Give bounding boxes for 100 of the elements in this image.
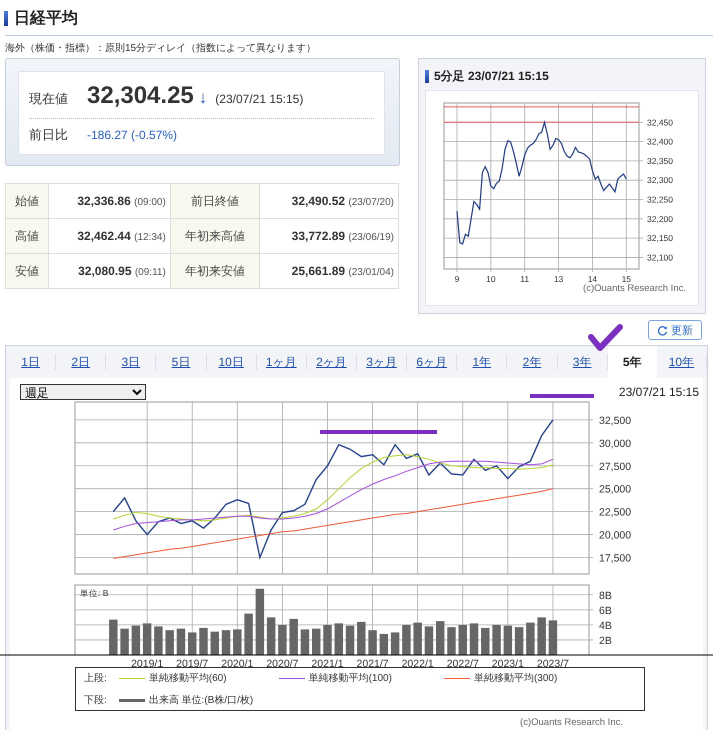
page-title: 日経平均 (14, 8, 78, 28)
axis-label: 22,500 (599, 506, 632, 519)
axis-label: 2023/1 (492, 658, 524, 670)
axis-label: 32,450 (647, 117, 673, 128)
period-tab[interactable]: 10日 (206, 354, 257, 370)
period-tab[interactable]: 1年 (457, 354, 508, 370)
axis-label: 2019/7 (176, 658, 208, 670)
axis-label: 30,000 (599, 438, 632, 450)
legend-entry: 単純移動平均(300) (474, 672, 558, 685)
period-tab[interactable]: 3ヶ月 (356, 354, 408, 370)
stat-value: 32,490.52 (23/07/20) (259, 184, 398, 218)
chart-timestamp: 23/07/21 15:15 (618, 384, 699, 398)
chart-credit: (c)Ouants Research Inc. (582, 283, 686, 294)
volume-bar (402, 624, 411, 655)
axis-label: 14 (588, 274, 598, 284)
period-tab[interactable]: 10年 (656, 354, 707, 370)
volume-bar (154, 626, 163, 655)
period-tab[interactable]: 3日 (106, 354, 156, 370)
axis-label: 32,400 (647, 136, 673, 147)
stat-value: 33,772.89 (23/06/19) (259, 218, 398, 254)
volume-bar (334, 623, 343, 655)
stat-label: 年初来安値 (170, 254, 260, 288)
stat-label: 前日終値 (170, 184, 260, 218)
period-tab[interactable]: 2ヶ月 (306, 354, 357, 370)
volume-bar (357, 622, 366, 655)
stat-label: 始値 (6, 184, 48, 218)
axis-label: 32,250 (647, 194, 673, 204)
stat-value: 25,661.89 (23/01/04) (259, 254, 398, 288)
axis-label: 2021/7 (356, 658, 389, 670)
period-tab[interactable]: 2年 (507, 354, 558, 370)
axis-label: 11 (520, 274, 530, 284)
axis-label: 2021/1 (311, 658, 344, 670)
current-price-label: 現在値 (29, 90, 69, 108)
volume-bar (188, 632, 196, 655)
chart-credit: (c)Ouants Research Inc. (519, 717, 623, 728)
axis-label: 2022/1 (402, 658, 434, 670)
axis-label: 32,150 (647, 233, 673, 244)
legend-label: 上段: (84, 672, 107, 685)
period-tab[interactable]: 1日 (6, 354, 56, 370)
volume-bar (256, 588, 264, 655)
down-arrow: ↓ (198, 88, 208, 108)
axis-label: 32,200 (647, 214, 673, 224)
refresh-button[interactable]: 更新 (648, 320, 702, 340)
axis-label: 17,500 (599, 552, 632, 564)
stat-label: 高値 (6, 218, 48, 254)
volume-bar (109, 620, 118, 655)
delay-note: 海外（株価・指標）：原則15分ディレイ（指数によって異なります） (5, 42, 318, 55)
period-tab[interactable]: 6ヶ月 (407, 354, 458, 370)
volume-bar (278, 624, 287, 655)
legend-entry: 出来高 単位:(B株/口/枚) (148, 694, 254, 707)
volume-bar (300, 629, 310, 655)
period-tab[interactable]: 5年 (608, 346, 657, 378)
legend-swatch (118, 698, 145, 702)
current-price: 32,304.25 (87, 82, 194, 110)
period-tab[interactable]: 1ヶ月 (256, 354, 307, 370)
axis-label: 32,100 (647, 252, 673, 262)
axis-label: 2022/7 (446, 658, 479, 670)
axis-label: 9 (454, 274, 460, 284)
checkmark-annotation (588, 324, 623, 351)
volume-bar (233, 629, 242, 655)
volume-bar (176, 628, 186, 655)
period-tab[interactable]: 5日 (156, 354, 207, 370)
stat-label: 安値 (6, 254, 48, 288)
unit-label: 単位: B (80, 588, 108, 598)
stat-value: 32,080.95 (09:11) (48, 254, 170, 288)
axis-label: 2B (599, 634, 612, 647)
axis-label: 15 (622, 274, 632, 284)
axis-label: 10 (486, 274, 496, 284)
axis-label: 27,500 (599, 460, 632, 473)
volume-bar (504, 626, 512, 655)
axis-label: 2020/1 (221, 658, 254, 670)
intraday-title: 5分足 23/07/21 15:15 (434, 68, 549, 84)
volume-bar (458, 624, 467, 655)
period-select[interactable]: 週足 (20, 384, 146, 400)
axis-label: 13 (554, 274, 564, 284)
axis-label: 32,500 (599, 414, 632, 427)
axis-label: 32,350 (647, 156, 673, 166)
volume-bar (380, 634, 388, 655)
price-timestamp: (23/07/21 15:15) (215, 92, 304, 106)
change-label: 前日比 (29, 126, 69, 144)
volume-bar (526, 622, 535, 655)
price-change: -186.27 (-0.57%) (87, 128, 178, 142)
legend-entry: 単純移動平均(100) (308, 672, 392, 685)
legend-label: 下段: (84, 694, 107, 707)
axis-label: 6B (599, 604, 612, 617)
stat-value: 32,336.86 (09:00) (48, 184, 170, 218)
stat-value: 32,462.44 (12:34) (48, 218, 170, 254)
period-tab[interactable]: 2日 (56, 354, 106, 370)
title-marker (425, 70, 429, 82)
stat-label: 年初来高値 (170, 218, 260, 254)
title-marker (4, 10, 8, 26)
volume-bar (132, 626, 140, 655)
axis-label: 2019/1 (131, 658, 164, 670)
highlight-line (530, 394, 594, 398)
axis-label: 25,000 (599, 484, 632, 496)
refresh-icon (657, 324, 668, 336)
volume-bar (424, 626, 434, 655)
axis-label: 8B (599, 590, 612, 602)
axis-label: 20,000 (599, 530, 632, 542)
axis-label: 4B (599, 620, 612, 632)
